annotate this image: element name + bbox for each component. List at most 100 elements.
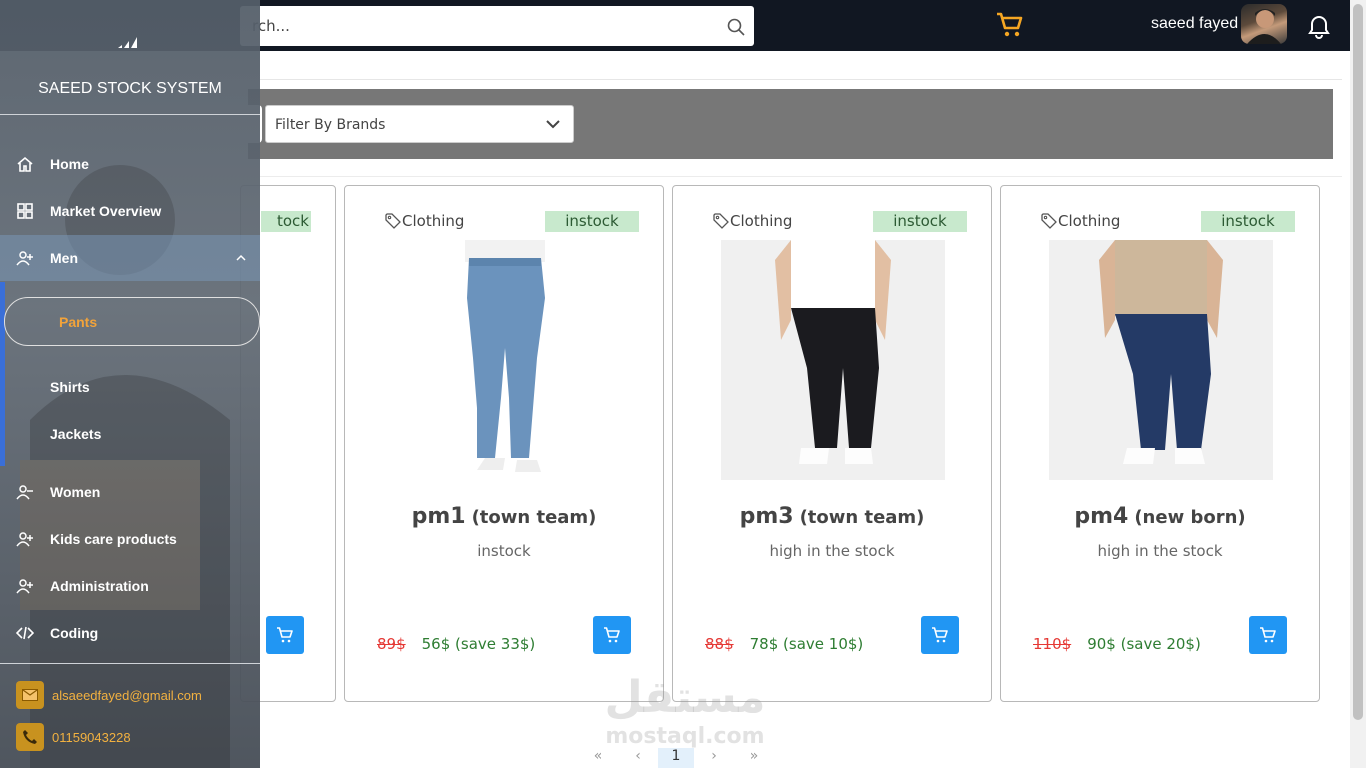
product-brand: (town team) <box>799 507 925 528</box>
search-input[interactable] <box>240 6 710 46</box>
new-price: 56$ (save 33$) <box>421 635 536 653</box>
stock-status: high in the stock <box>1097 542 1223 560</box>
product-brand: (new born) <box>1134 507 1246 528</box>
stock-badge: instock <box>873 211 967 232</box>
category-text: Clothing <box>402 212 465 230</box>
avatar[interactable] <box>1241 4 1287 44</box>
product-card: Clothing instock pm3 (town team) high in … <box>672 185 992 702</box>
product-image[interactable] <box>721 240 945 480</box>
page-scrollbar[interactable] <box>1350 0 1366 768</box>
category-text: Clothing <box>730 212 793 230</box>
first-page-button[interactable]: « <box>578 748 618 768</box>
divider <box>260 176 1342 177</box>
app-title: SAEED STOCK SYSTEM <box>38 80 222 97</box>
user-name[interactable]: saeed fayed <box>1151 15 1238 33</box>
cart-icon <box>1260 627 1276 643</box>
product-name: pm4 <box>1074 504 1129 529</box>
contact-email-text: alsaeedfayed@gmail.com <box>52 687 202 703</box>
sidebar-item-label: Home <box>50 156 89 172</box>
cart-icon <box>604 627 620 643</box>
chevron-up-icon <box>236 254 246 261</box>
sidebar-item-label: Women <box>50 484 101 500</box>
sidebar-item-label: Kids care products <box>50 531 177 547</box>
category-label: Clothing <box>385 212 464 230</box>
tag-icon <box>385 213 401 229</box>
add-to-cart-button[interactable] <box>921 616 959 654</box>
contact-phone[interactable]: 01159043228 <box>16 722 260 752</box>
add-to-cart-button[interactable] <box>266 616 304 654</box>
price-row: 89$ 56$ (save 33$) <box>377 635 535 653</box>
sidebar-item-label: Administration <box>50 578 149 594</box>
divider <box>260 79 1342 80</box>
phone-icon <box>16 723 44 751</box>
brand-logo <box>118 37 137 48</box>
new-price: 78$ (save 10$) <box>749 635 864 653</box>
submenu-item-jackets[interactable]: Jackets <box>50 426 101 442</box>
home-icon <box>17 156 33 172</box>
user-plus-icon <box>16 579 33 594</box>
sidebar-item-kids-care-products[interactable]: Kids care products <box>0 516 260 562</box>
sidebar-item-label: Coding <box>50 625 99 641</box>
search-icon[interactable] <box>726 17 746 37</box>
sidebar-item-men[interactable]: Men <box>0 235 260 281</box>
cart-icon <box>932 627 948 643</box>
sidebar-item-label: Men <box>50 250 78 266</box>
stock-status: instock <box>477 542 531 560</box>
tag-icon <box>1041 213 1057 229</box>
add-to-cart-button[interactable] <box>1249 616 1287 654</box>
scrollbar-thumb[interactable] <box>1353 4 1363 720</box>
grid-icon <box>17 203 33 219</box>
product-card: Clothing instock pm4 (new born) high in t… <box>1000 185 1320 702</box>
sidebar: SAEED STOCK SYSTEM Home Market Overview … <box>0 0 260 768</box>
product-card: Clothing instock pm1 (town team) instock … <box>344 185 664 702</box>
sidebar-item-administration[interactable]: Administration <box>0 563 260 609</box>
user-plus-icon <box>16 251 33 266</box>
user-plus-icon <box>16 532 33 547</box>
category-label: Clothing <box>713 212 792 230</box>
search-box[interactable] <box>240 6 754 46</box>
price-row: 110$ 90$ (save 20$) <box>1033 635 1201 653</box>
chevron-down-icon <box>546 120 560 129</box>
product-title[interactable]: pm3 (town team) <box>673 504 991 529</box>
code-icon <box>16 626 34 640</box>
page-1-button[interactable]: 1 <box>658 748 694 768</box>
old-price: 88$ <box>705 635 734 653</box>
product-image[interactable] <box>1049 240 1273 480</box>
category-text: Clothing <box>1058 212 1121 230</box>
submenu-indicator <box>0 282 5 466</box>
product-name: pm1 <box>411 504 466 529</box>
brand-filter-select[interactable]: Filter By Brands <box>265 105 574 143</box>
tag-icon <box>713 213 729 229</box>
contact-email[interactable]: alsaeedfayed@gmail.com <box>16 680 260 710</box>
notification-bell-icon[interactable] <box>1306 14 1332 40</box>
divider <box>0 663 260 664</box>
stock-badge: instock <box>1201 211 1295 232</box>
sidebar-item-women[interactable]: Women <box>0 469 260 515</box>
watermark-latin: mostaql.com <box>605 724 765 749</box>
product-title[interactable]: pm1 (town team) <box>345 504 663 529</box>
product-image[interactable] <box>393 240 617 480</box>
sidebar-item-market-overview[interactable]: Market Overview <box>0 188 260 234</box>
submenu-item-pants[interactable]: Pants <box>4 297 260 346</box>
user-minus-icon <box>16 485 33 500</box>
product-name: pm3 <box>739 504 794 529</box>
sidebar-item-label: Market Overview <box>50 203 162 219</box>
stock-badge: instock <box>545 211 639 232</box>
old-price: 110$ <box>1033 635 1072 653</box>
last-page-button[interactable]: » <box>734 748 774 768</box>
add-to-cart-button[interactable] <box>593 616 631 654</box>
sidebar-item-coding[interactable]: Coding <box>0 610 260 656</box>
cart-icon[interactable] <box>994 8 1026 40</box>
new-price: 90$ (save 20$) <box>1087 635 1201 653</box>
submenu-item-shirts[interactable]: Shirts <box>50 379 90 395</box>
price-row: 88$ 78$ (save 10$) <box>705 635 863 653</box>
next-page-button[interactable]: › <box>694 748 734 768</box>
submenu-item-label: Pants <box>59 314 98 330</box>
watermark-arabic: مستقل <box>604 672 766 723</box>
product-brand: (town team) <box>471 507 597 528</box>
category-label: Clothing <box>1041 212 1120 230</box>
product-title[interactable]: pm4 (new born) <box>1001 504 1319 529</box>
cart-icon <box>277 627 293 643</box>
prev-page-button[interactable]: ‹ <box>618 748 658 768</box>
sidebar-item-home[interactable]: Home <box>0 141 260 187</box>
